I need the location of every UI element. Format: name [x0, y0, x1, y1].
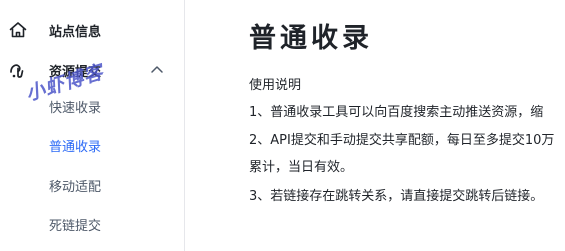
sidebar-item-site-info[interactable]: 站点信息: [0, 18, 184, 42]
usage-line: 1、普通收录工具可以向百度搜索主动推送资源，缩: [249, 105, 544, 120]
page-title: 普通收录: [249, 23, 373, 54]
resource-link-icon: [8, 60, 28, 80]
sidebar-item-resource-submit[interactable]: 资源提交: [0, 58, 184, 82]
usage-line: 3、若链接存在跳转关系，请直接提交跳转后链接。: [249, 189, 544, 204]
chevron-up-icon[interactable]: [148, 61, 166, 79]
sidebar-item-label: 资源提交: [49, 64, 102, 80]
sidebar-subitem-mobile-adapt[interactable]: 移动适配: [49, 177, 101, 199]
sidebar-subitem-quick-index[interactable]: 快速收录: [49, 98, 101, 120]
sidebar-subitem-dead-link[interactable]: 死链提交: [49, 216, 101, 238]
sidebar-subitem-normal-index[interactable]: 普通收录: [49, 137, 101, 159]
usage-heading: 使用说明: [249, 78, 302, 93]
home-icon: [8, 20, 28, 40]
usage-line: 2、API提交和手动提交共享配额，每日至多提交10万: [249, 133, 555, 148]
usage-line: 累计，当日有效。: [249, 160, 354, 175]
sidebar-item-label: 站点信息: [49, 24, 102, 40]
app-root: 站点信息 资源提交 快速收录 普通收录 移动适配 死链提交 小虾博客 普通收录 …: [0, 0, 565, 251]
sidebar: 站点信息 资源提交 快速收录 普通收录 移动适配 死链提交 小虾博客: [0, 0, 185, 251]
main-content: 普通收录 使用说明 1、普通收录工具可以向百度搜索主动推送资源，缩 2、API提…: [185, 0, 565, 251]
